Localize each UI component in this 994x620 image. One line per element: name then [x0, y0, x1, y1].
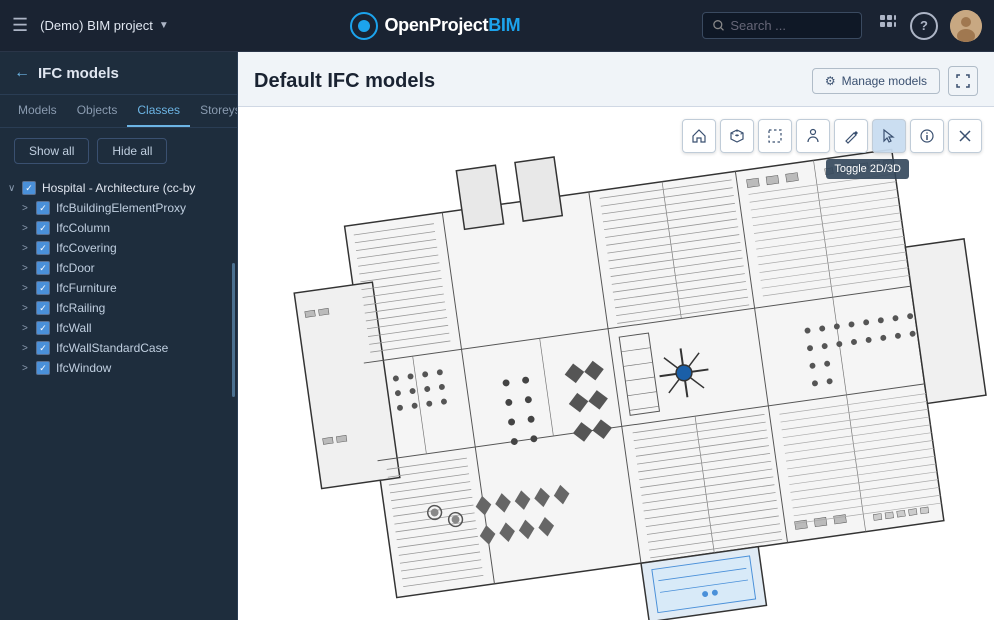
- floor-plan-svg: [238, 107, 994, 620]
- info-icon: [919, 128, 935, 144]
- tree-chevron-icon: >: [22, 363, 36, 374]
- sidebar-tree-container: ∨ Hospital - Architecture (cc-by > IfcBu…: [0, 174, 237, 620]
- tree-item-label: IfcColumn: [56, 221, 229, 235]
- apps-grid-icon[interactable]: [878, 13, 898, 39]
- sidebar-tabs: Models Objects Classes Storeys: [0, 95, 237, 128]
- sidebar: ← IFC models Models Objects Classes Stor…: [0, 52, 238, 620]
- search-box[interactable]: [702, 12, 862, 39]
- cube-icon: [729, 128, 745, 144]
- list-item[interactable]: > IfcColumn: [0, 218, 237, 238]
- eraser-icon: [843, 128, 859, 144]
- tree-chevron-icon: >: [22, 263, 36, 274]
- tree-chevron-icon: >: [22, 343, 36, 354]
- search-icon: [713, 19, 724, 32]
- search-input[interactable]: [730, 18, 851, 33]
- tree-root[interactable]: ∨ Hospital - Architecture (cc-by: [0, 178, 237, 198]
- list-item[interactable]: > IfcWindow: [0, 358, 237, 378]
- 3d-view-button[interactable]: [720, 119, 754, 153]
- tab-models[interactable]: Models: [8, 95, 67, 127]
- main-layout: ← IFC models Models Objects Classes Stor…: [0, 52, 994, 620]
- cursor-icon: [881, 128, 897, 144]
- tree-item-label: IfcWall: [56, 321, 229, 335]
- help-button[interactable]: ?: [910, 12, 938, 40]
- tree-item-label: IfcBuildingElementProxy: [56, 201, 229, 215]
- main-content: Default IFC models ⚙ Manage models: [238, 52, 994, 620]
- sidebar-actions: Show all Hide all: [0, 128, 237, 174]
- sidebar-tree: ∨ Hospital - Architecture (cc-by > IfcBu…: [0, 174, 237, 382]
- list-item[interactable]: > IfcWallStandardCase: [0, 338, 237, 358]
- manage-models-icon: ⚙: [825, 74, 836, 88]
- info-button[interactable]: [910, 119, 944, 153]
- manage-models-button[interactable]: ⚙ Manage models: [812, 68, 940, 94]
- tree-item-label: IfcRailing: [56, 301, 229, 315]
- tree-chevron-icon: >: [22, 223, 36, 234]
- page-title: Default IFC models: [254, 70, 435, 93]
- viewer-container[interactable]: Toggle 2D/3D: [238, 107, 994, 620]
- hamburger-icon[interactable]: ☰: [12, 15, 28, 36]
- fullscreen-icon: [956, 74, 970, 88]
- tree-checkbox[interactable]: [36, 261, 50, 275]
- list-item[interactable]: > IfcCovering: [0, 238, 237, 258]
- sidebar-title: IFC models: [38, 65, 119, 82]
- tree-chevron-icon: >: [22, 323, 36, 334]
- sidebar-header: ← IFC models: [0, 52, 237, 95]
- select-button[interactable]: [872, 119, 906, 153]
- tab-classes[interactable]: Classes: [127, 95, 190, 127]
- logo-text: OpenProjectBIM: [384, 15, 520, 36]
- close-viewer-button[interactable]: [948, 119, 982, 153]
- tree-root-chevron-icon: ∨: [8, 183, 22, 194]
- tree-chevron-icon: >: [22, 203, 36, 214]
- avatar[interactable]: [950, 10, 982, 42]
- home-icon: [691, 128, 707, 144]
- tree-chevron-icon: >: [22, 283, 36, 294]
- tree-checkbox[interactable]: [36, 221, 50, 235]
- list-item[interactable]: > IfcFurniture: [0, 278, 237, 298]
- list-item[interactable]: > IfcDoor: [0, 258, 237, 278]
- tree-checkbox[interactable]: [36, 321, 50, 335]
- tree-item-label: IfcWallStandardCase: [56, 341, 229, 355]
- logo-icon: [350, 12, 378, 40]
- list-item[interactable]: > IfcWall: [0, 318, 237, 338]
- tree-checkbox[interactable]: [36, 201, 50, 215]
- manage-models-label: Manage models: [842, 74, 927, 88]
- floor-plan-view[interactable]: [238, 107, 994, 620]
- select-box-button[interactable]: [758, 119, 792, 153]
- tree-checkbox[interactable]: [36, 241, 50, 255]
- person-icon: [805, 128, 821, 144]
- tree-root-checkbox[interactable]: [22, 181, 36, 195]
- back-button[interactable]: ←: [14, 64, 30, 82]
- project-name: (Demo) BIM project: [40, 18, 153, 33]
- sidebar-scrollbar[interactable]: [232, 263, 235, 397]
- first-person-button[interactable]: [796, 119, 830, 153]
- top-nav: ☰ (Demo) BIM project ▼ OpenProjectBIM ?: [0, 0, 994, 52]
- tab-objects[interactable]: Objects: [67, 95, 128, 127]
- tree-checkbox[interactable]: [36, 361, 50, 375]
- list-item[interactable]: > IfcRailing: [0, 298, 237, 318]
- home-view-button[interactable]: [682, 119, 716, 153]
- project-chevron-icon: ▼: [159, 20, 169, 31]
- content-header-actions: ⚙ Manage models: [812, 66, 978, 96]
- project-selector[interactable]: (Demo) BIM project ▼: [40, 18, 169, 33]
- content-header: Default IFC models ⚙ Manage models: [238, 52, 994, 107]
- viewer-toolbar: [682, 119, 982, 153]
- hide-all-button[interactable]: Hide all: [97, 138, 167, 164]
- show-all-button[interactable]: Show all: [14, 138, 89, 164]
- tree-checkbox[interactable]: [36, 301, 50, 315]
- select-box-icon: [767, 128, 783, 144]
- tree-chevron-icon: >: [22, 303, 36, 314]
- tree-root-label: Hospital - Architecture (cc-by: [42, 181, 229, 195]
- tree-item-label: IfcFurniture: [56, 281, 229, 295]
- list-item[interactable]: > IfcBuildingElementProxy: [0, 198, 237, 218]
- tree-chevron-icon: >: [22, 243, 36, 254]
- tab-storeys[interactable]: Storeys: [190, 95, 238, 127]
- app-logo: OpenProjectBIM: [181, 12, 690, 40]
- tree-checkbox[interactable]: [36, 341, 50, 355]
- tree-item-label: IfcWindow: [56, 361, 229, 375]
- tree-checkbox[interactable]: [36, 281, 50, 295]
- tree-item-label: IfcDoor: [56, 261, 229, 275]
- fullscreen-button[interactable]: [948, 66, 978, 96]
- paint-button[interactable]: [834, 119, 868, 153]
- close-icon: [958, 129, 972, 143]
- tree-item-label: IfcCovering: [56, 241, 229, 255]
